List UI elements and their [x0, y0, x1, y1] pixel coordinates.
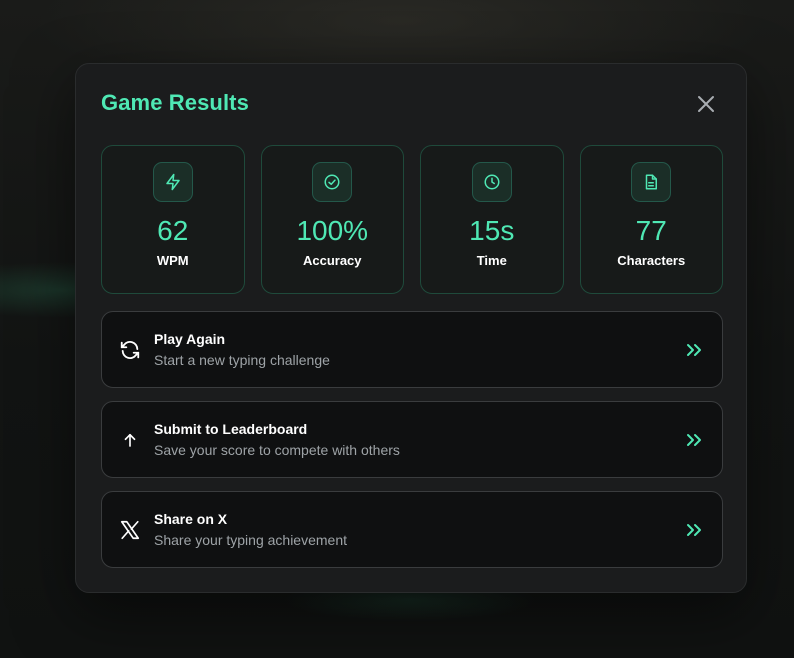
chevrons-right-icon: [684, 340, 704, 360]
stat-label: Characters: [617, 253, 686, 268]
check-circle-icon: [312, 162, 353, 202]
x-logo-icon: [118, 518, 142, 542]
stat-card-time: 15s Time: [420, 145, 564, 294]
action-title: Play Again: [154, 331, 226, 347]
stat-label: Accuracy: [302, 253, 362, 268]
stat-card-characters: 77 Characters: [579, 145, 723, 294]
action-subtitle: Save your score to compete with others: [154, 442, 400, 458]
stat-value: 62: [157, 215, 189, 246]
game-results-modal: Game Results 62 WPM 100% Accuracy 15s Ti…: [75, 63, 747, 593]
arrow-up-icon: [118, 428, 142, 452]
actions-list: Play Again Start a new typing challenge …: [101, 311, 723, 568]
play-again-button[interactable]: Play Again Start a new typing challenge: [101, 311, 723, 388]
close-button[interactable]: [692, 90, 720, 118]
modal-title: Game Results: [101, 90, 249, 115]
stat-label: WPM: [156, 253, 189, 268]
clock-icon: [471, 162, 512, 202]
stat-card-wpm: 62 WPM: [101, 145, 245, 294]
stat-label: Time: [476, 253, 507, 268]
chevrons-right-icon: [684, 520, 704, 540]
document-icon: [631, 162, 672, 202]
action-title: Submit to Leaderboard: [154, 421, 308, 437]
stat-value: 77: [635, 215, 667, 246]
refresh-icon: [118, 338, 142, 362]
action-title: Share on X: [154, 511, 228, 527]
stat-value: 100%: [296, 215, 369, 246]
stat-value: 15s: [469, 215, 515, 246]
stats-row: 62 WPM 100% Accuracy 15s Time 77 Charact…: [101, 145, 723, 294]
share-on-x-button[interactable]: Share on X Share your typing achievement: [101, 491, 723, 568]
chevrons-right-icon: [684, 430, 704, 450]
action-subtitle: Share your typing achievement: [154, 532, 347, 548]
stat-card-accuracy: 100% Accuracy: [260, 145, 404, 294]
action-subtitle: Start a new typing challenge: [154, 352, 330, 368]
submit-leaderboard-button[interactable]: Submit to Leaderboard Save your score to…: [101, 401, 723, 478]
close-icon: [698, 96, 714, 112]
lightning-icon: [152, 162, 193, 202]
